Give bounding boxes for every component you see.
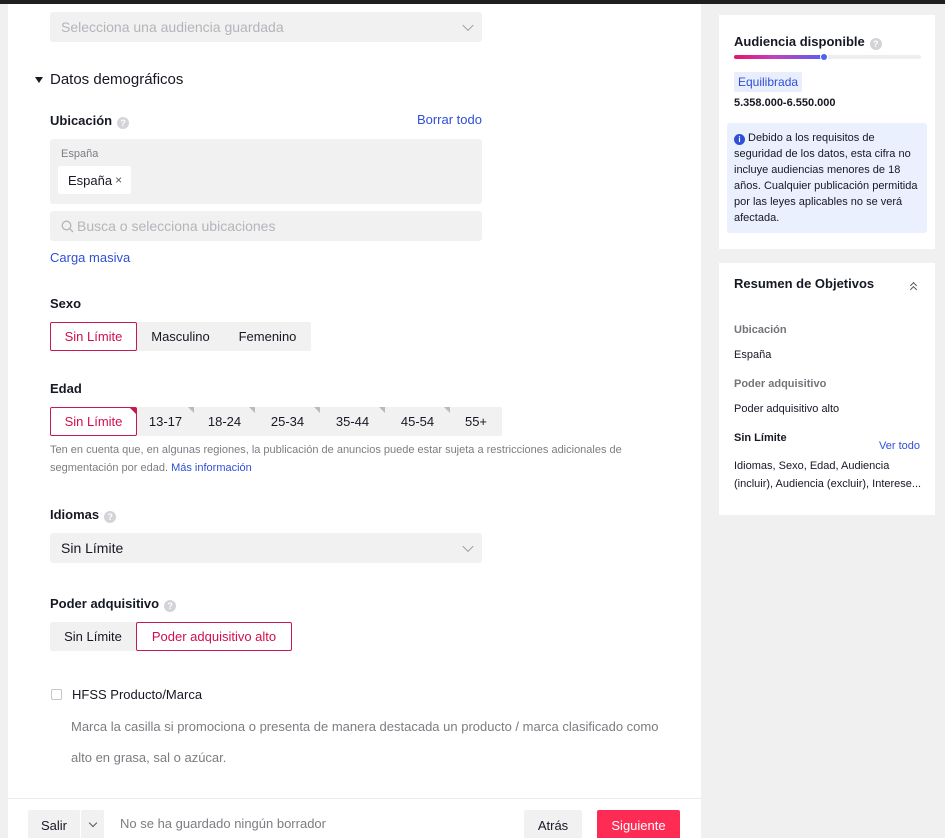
summary-no-limit-value: Idiomas, Sexo, Edad, Audiencia (incluir)… bbox=[734, 460, 922, 490]
caret-down-icon[interactable] bbox=[35, 77, 43, 83]
summary-no-limit-label: Sin Límite bbox=[734, 432, 787, 444]
audience-size-dot bbox=[819, 53, 828, 61]
purchasing-power-option-high[interactable]: Poder adquisitivo alto bbox=[136, 622, 292, 651]
location-search-input[interactable]: Busca o selecciona ubicaciones bbox=[50, 211, 482, 241]
help-icon[interactable]: ? bbox=[104, 511, 117, 523]
hfss-label[interactable]: HFSS Producto/Marca bbox=[72, 687, 202, 702]
bulk-upload-link[interactable]: Carga masiva bbox=[50, 250, 130, 265]
chevron-down-icon bbox=[462, 19, 474, 32]
hfss-checkbox[interactable] bbox=[51, 689, 62, 700]
gender-label: Sexo bbox=[50, 296, 82, 311]
audience-panel-title: Audiencia disponible? bbox=[734, 34, 882, 50]
clear-all-link[interactable]: Borrar todo bbox=[417, 112, 482, 127]
summary-purchasing-power-label: Poder adquisitivo bbox=[734, 378, 827, 390]
purchasing-power-selector: Sin Límite Poder adquisitivo alto bbox=[50, 622, 292, 651]
audience-info-text: Debido a los requisitos de seguridad de … bbox=[734, 132, 918, 224]
summary-panel: Resumen de Objetivos Ubicación España Po… bbox=[719, 263, 935, 515]
demographics-section-title[interactable]: Datos demográficos bbox=[50, 71, 183, 88]
location-search-placeholder: Busca o selecciona ubicaciones bbox=[77, 218, 276, 234]
languages-value: Sin Límite bbox=[61, 540, 124, 556]
exit-menu-button[interactable] bbox=[81, 810, 104, 838]
footer-bar: Salir No se ha guardado ningún borrador … bbox=[8, 798, 701, 838]
help-icon[interactable]: ? bbox=[117, 117, 130, 129]
chevron-down-icon bbox=[462, 540, 474, 553]
audience-size-bar bbox=[734, 53, 921, 61]
saved-audience-select[interactable]: Selecciona una audiencia guardada bbox=[50, 12, 482, 42]
age-option-13-17[interactable]: 13-17 bbox=[137, 407, 194, 436]
help-icon[interactable]: ? bbox=[869, 38, 882, 50]
gender-selector: Sin Límite Masculino Femenino bbox=[50, 322, 311, 351]
languages-label: Idiomas? bbox=[50, 507, 117, 523]
back-button[interactable]: Atrás bbox=[524, 810, 582, 838]
draft-status-text: No se ha guardado ningún borrador bbox=[120, 816, 326, 831]
collapse-icon[interactable] bbox=[909, 281, 919, 294]
more-info-link[interactable]: Más información bbox=[171, 462, 252, 474]
close-icon[interactable]: × bbox=[115, 173, 122, 187]
audience-level-tag: Equilibrada bbox=[734, 72, 803, 92]
chevron-down-icon bbox=[88, 818, 97, 828]
age-label: Edad bbox=[50, 381, 82, 396]
see-all-link[interactable]: Ver todo bbox=[879, 440, 920, 452]
info-icon: i bbox=[734, 134, 745, 145]
saved-audience-placeholder: Selecciona una audiencia guardada bbox=[61, 19, 284, 35]
summary-purchasing-power-value: Poder adquisitivo alto bbox=[734, 403, 840, 415]
targeting-form: Selecciona una audiencia guardada Datos … bbox=[8, 4, 701, 838]
gender-option-no-limit[interactable]: Sin Límite bbox=[50, 322, 137, 351]
age-option-45-54[interactable]: 45-54 bbox=[385, 407, 450, 436]
summary-panel-title: Resumen de Objetivos bbox=[734, 276, 875, 291]
gender-option-male[interactable]: Masculino bbox=[137, 322, 224, 351]
next-button[interactable]: Siguiente bbox=[597, 810, 680, 838]
location-chip-label: España bbox=[68, 172, 113, 188]
audience-info-box: i Debido a los requisitos de seguridad de… bbox=[727, 123, 927, 233]
corner-marker bbox=[130, 408, 136, 414]
age-option-55-plus[interactable]: 55+ bbox=[450, 407, 502, 436]
age-option-no-limit[interactable]: Sin Límite bbox=[50, 407, 137, 436]
location-chip: España × bbox=[58, 166, 132, 194]
audience-size-fill bbox=[734, 55, 824, 59]
audience-range: 5.358.000-6.550.000 bbox=[734, 97, 836, 109]
location-selected-box: España España × bbox=[50, 139, 482, 204]
summary-location-label: Ubicación bbox=[734, 324, 787, 336]
location-label: Ubicación? bbox=[50, 113, 130, 129]
languages-select[interactable]: Sin Límite bbox=[50, 533, 482, 563]
purchasing-power-option-no-limit[interactable]: Sin Límite bbox=[50, 622, 136, 651]
purchasing-power-label: Poder adquisitivo? bbox=[50, 596, 177, 612]
age-option-25-34[interactable]: 25-34 bbox=[255, 407, 320, 436]
help-icon[interactable]: ? bbox=[164, 600, 177, 612]
hfss-description: Marca la casilla si promociona o present… bbox=[71, 719, 659, 765]
age-option-18-24[interactable]: 18-24 bbox=[194, 407, 255, 436]
exit-button[interactable]: Salir bbox=[28, 810, 80, 838]
search-icon bbox=[61, 220, 74, 232]
summary-location-value: España bbox=[734, 349, 772, 361]
gender-option-female[interactable]: Femenino bbox=[224, 322, 311, 351]
audience-panel: Audiencia disponible? Equilibrada 5.358.… bbox=[719, 15, 935, 249]
age-selector: Sin Límite 13-17 18-24 25-34 35-44 45-54… bbox=[50, 407, 502, 436]
age-restriction-note: Ten en cuenta que, en algunas regiones, … bbox=[50, 444, 622, 474]
age-option-35-44[interactable]: 35-44 bbox=[320, 407, 385, 436]
location-group-label: España bbox=[61, 148, 99, 160]
